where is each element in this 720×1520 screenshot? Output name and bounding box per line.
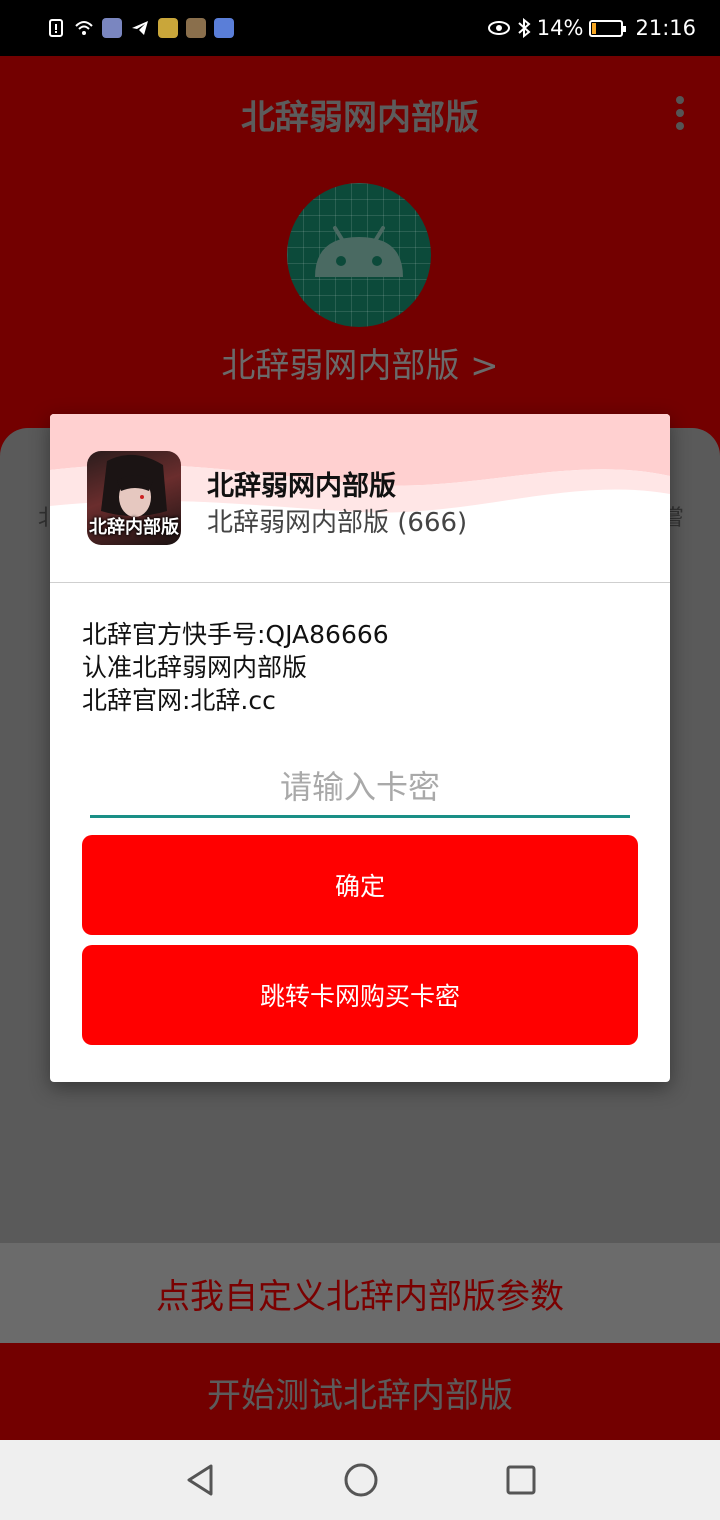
battery-icon xyxy=(589,19,627,37)
start-test-button[interactable]: 开始测试北辞内部版 xyxy=(0,1344,720,1440)
confirm-button[interactable]: 确定 xyxy=(82,835,638,935)
game-app-icon xyxy=(186,18,206,38)
eye-icon xyxy=(487,21,510,35)
navigation-bar xyxy=(0,1440,720,1520)
message-line: 认准北辞弱网内部版 xyxy=(82,653,308,682)
custom-params-button[interactable]: 点我自定义北辞内部版参数 xyxy=(0,1243,720,1343)
avatar-caption: 北辞内部版 xyxy=(89,517,179,538)
card-key-input[interactable] xyxy=(90,759,630,818)
app-avatar: 北辞内部版 xyxy=(87,451,181,545)
status-left-icons xyxy=(46,18,234,38)
home-icon[interactable] xyxy=(343,1462,379,1498)
music-app-icon xyxy=(214,18,234,38)
bluetooth-icon xyxy=(518,18,531,38)
message-line: 北辞官网:北辞.cc xyxy=(82,686,276,715)
video-app-icon xyxy=(158,18,178,38)
dialog-divider xyxy=(50,582,670,583)
message-line: 北辞官方快手号:QJA86666 xyxy=(82,620,389,649)
back-icon[interactable] xyxy=(183,1462,217,1498)
battery-fill xyxy=(592,22,597,34)
telegram-icon xyxy=(132,21,148,35)
overflow-menu-icon[interactable] xyxy=(676,96,686,132)
activation-dialog: 北辞内部版 北辞弱网内部版 北辞弱网内部版 (666) 北辞官方快手号:QJA8… xyxy=(50,414,670,1082)
dialog-subtitle: 北辞弱网内部版 (666) xyxy=(207,508,468,538)
status-right: 14% 21:16 xyxy=(487,16,696,40)
dialog-message: 北辞官方快手号:QJA86666 认准北辞弱网内部版 北辞官网:北辞.cc xyxy=(82,618,389,717)
android-robot-icon xyxy=(315,226,403,277)
buy-card-key-button[interactable]: 跳转卡网购买卡密 xyxy=(82,945,638,1045)
clock: 21:16 xyxy=(635,16,696,40)
page-title: 北辞弱网内部版 xyxy=(241,98,479,138)
status-bar: 14% 21:16 xyxy=(0,0,720,56)
android-app-icon[interactable] xyxy=(287,183,431,327)
app-notification-icon xyxy=(102,18,122,38)
app-label-link[interactable]: 北辞弱网内部版 > xyxy=(0,338,720,387)
dialog-title: 北辞弱网内部版 xyxy=(207,471,396,502)
battery-percent: 14% xyxy=(536,16,584,40)
wifi-icon xyxy=(75,21,93,35)
recents-icon[interactable] xyxy=(505,1464,537,1496)
sim-alert-icon xyxy=(49,19,63,37)
